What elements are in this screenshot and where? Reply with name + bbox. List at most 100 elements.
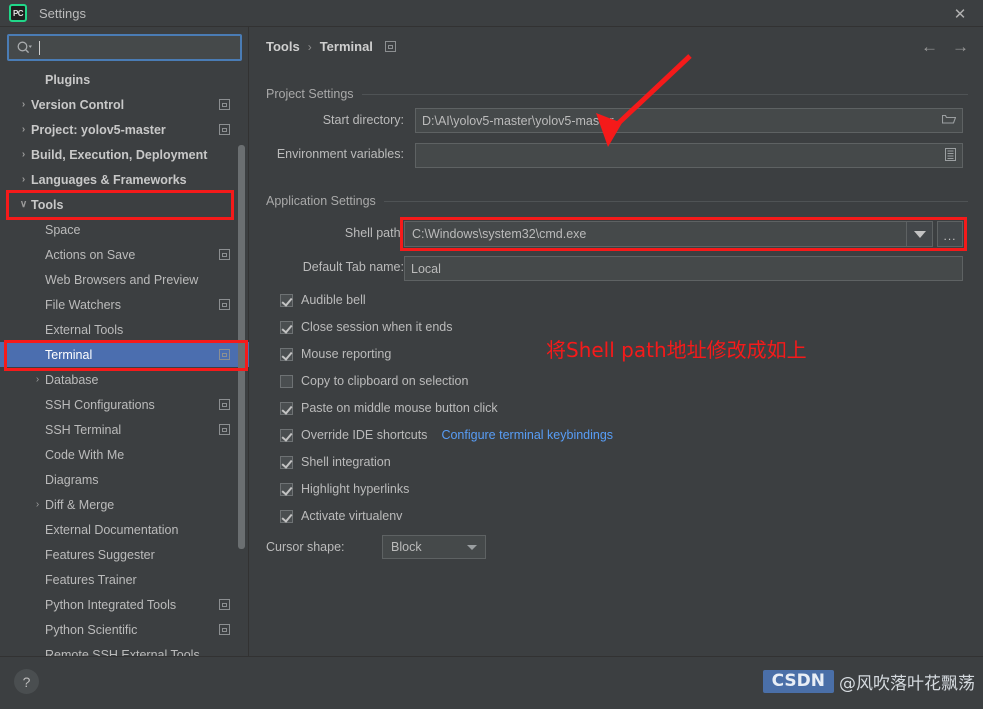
checkbox-checked-icon[interactable] [280, 320, 293, 334]
sidebar-item-external-documentation[interactable]: External Documentation [0, 517, 249, 542]
checkbox-row-paste-on-middle-mouse-button-click[interactable]: Paste on middle mouse button click [280, 399, 498, 417]
settings-content-panel: Tools › Terminal ← → Project Settings St… [250, 27, 983, 656]
chevron-right-icon[interactable]: › [17, 149, 30, 160]
help-button[interactable]: ? [14, 669, 39, 694]
configure-keybindings-link[interactable]: Configure terminal keybindings [441, 428, 613, 442]
default-tab-name-value: Local [411, 261, 441, 276]
shell-path-input[interactable]: C:\Windows\system32\cmd.exe [404, 221, 907, 247]
sidebar-item-diff-merge[interactable]: › Diff & Merge [0, 492, 249, 517]
module-icon [219, 349, 230, 360]
text-cursor [39, 40, 40, 55]
sidebar-item-features-trainer[interactable]: Features Trainer [0, 567, 249, 592]
checkbox-checked-icon[interactable] [280, 482, 293, 496]
sidebar-item-label: External Tools [45, 322, 124, 337]
sidebar-item-version-control[interactable]: › Version Control [0, 92, 249, 117]
chevron-down-icon[interactable]: ∨ [17, 199, 30, 210]
pycharm-icon: PC [9, 4, 27, 22]
annotation-arrow [596, 54, 692, 147]
module-icon [219, 299, 230, 310]
dialog-footer: ? CSDN @风吹落叶花飘荡 [0, 656, 983, 709]
folder-icon[interactable] [941, 113, 957, 128]
watermark-user: @风吹落叶花飘荡 [839, 674, 975, 694]
checkbox-row-copy-to-clipboard-on-selection[interactable]: Copy to clipboard on selection [280, 372, 468, 390]
chevron-right-icon[interactable]: › [17, 124, 30, 135]
cursor-shape-select[interactable]: Block [382, 535, 486, 559]
title-bar: PC Settings ✕ [0, 0, 983, 27]
section-divider [383, 200, 968, 202]
breadcrumb-leaf: Terminal [319, 39, 373, 54]
checkbox-label: Highlight hyperlinks [301, 482, 410, 496]
checkbox-label: Override IDE shortcuts [301, 428, 428, 442]
sidebar-item-database[interactable]: › Database [0, 367, 249, 392]
sidebar-item-actions-on-save[interactable]: Actions on Save [0, 242, 249, 267]
sidebar-scrollbar-thumb[interactable] [238, 145, 245, 549]
shell-path-control[interactable]: C:\Windows\system32\cmd.exe ... [404, 221, 963, 247]
sidebar-item-label: Actions on Save [45, 247, 136, 262]
sidebar-item-plugins[interactable]: Plugins [0, 67, 249, 92]
sidebar-item-terminal[interactable]: Terminal [0, 342, 249, 367]
chevron-down-icon[interactable] [907, 221, 933, 247]
watermark: CSDN @风吹落叶花飘荡 [762, 669, 975, 694]
checkbox-label: Activate virtualenv [301, 509, 403, 523]
checkbox-row-shell-integration[interactable]: Shell integration [280, 453, 391, 471]
checkbox-checked-icon[interactable] [280, 347, 293, 361]
sidebar-item-diagrams[interactable]: Diagrams [0, 467, 249, 492]
sidebar-item-project-yolov5-master[interactable]: › Project: yolov5-master [0, 117, 249, 142]
sidebar-item-web-browsers-and-preview[interactable]: Web Browsers and Preview [0, 267, 249, 292]
sidebar-item-label: Terminal [45, 347, 93, 362]
checkbox-row-mouse-reporting[interactable]: Mouse reporting [280, 345, 391, 363]
list-icon[interactable] [945, 147, 956, 164]
checkbox-checked-icon[interactable] [280, 455, 293, 469]
browse-button[interactable]: ... [937, 221, 963, 247]
sidebar-item-features-suggester[interactable]: Features Suggester [0, 542, 249, 567]
module-icon [219, 624, 230, 635]
close-icon[interactable]: ✕ [937, 0, 983, 27]
sidebar-item-code-with-me[interactable]: Code With Me [0, 442, 249, 467]
chevron-right-icon[interactable]: › [31, 499, 44, 510]
sidebar-item-label: Features Trainer [45, 572, 137, 587]
module-icon [219, 399, 230, 410]
checkbox-row-highlight-hyperlinks[interactable]: Highlight hyperlinks [280, 480, 409, 498]
settings-tree[interactable]: Plugins › Version Control › Project: yolov5-… [0, 67, 249, 656]
default-tab-name-input[interactable]: Local [404, 256, 963, 281]
checkbox-row-close-session-when-it-ends[interactable]: Close session when it ends [280, 318, 452, 336]
sidebar-item-build-execution-deployment[interactable]: › Build, Execution, Deployment [0, 142, 249, 167]
sidebar-item-python-scientific[interactable]: Python Scientific [0, 617, 249, 642]
navigation-buttons: ← → [921, 37, 969, 57]
checkbox-unchecked-icon[interactable] [280, 374, 293, 388]
sidebar-item-label: Version Control [31, 97, 125, 112]
chevron-right-icon[interactable]: › [17, 174, 30, 185]
checkbox-label: Paste on middle mouse button click [301, 401, 498, 415]
search-input[interactable] [42, 40, 240, 55]
sidebar-item-external-tools[interactable]: External Tools [0, 317, 249, 342]
sidebar-item-ssh-configurations[interactable]: SSH Configurations [0, 392, 249, 417]
checkbox-row-activate-virtualenv[interactable]: Activate virtualenv [280, 507, 402, 525]
sidebar-item-label: File Watchers [45, 297, 121, 312]
section-title: Project Settings [266, 87, 354, 101]
sidebar-item-space[interactable]: Space [0, 217, 249, 242]
checkbox-row-audible-bell[interactable]: Audible bell [280, 291, 366, 309]
breadcrumb-root[interactable]: Tools [266, 39, 300, 54]
sidebar-item-tools[interactable]: ∨ Tools [0, 192, 249, 217]
sidebar-item-label: External Documentation [45, 522, 179, 537]
checkbox-row-override-ide-shortcuts[interactable]: Override IDE shortcuts Configure terminal… [280, 426, 613, 444]
search-icon[interactable] [16, 40, 32, 56]
sidebar-item-python-integrated-tools[interactable]: Python Integrated Tools [0, 592, 249, 617]
checkbox-checked-icon[interactable] [280, 428, 293, 442]
section-title: Application Settings [266, 194, 376, 208]
nav-forward-icon[interactable]: → [952, 37, 969, 57]
search-field-wrapper[interactable] [7, 34, 242, 61]
checkbox-checked-icon[interactable] [280, 401, 293, 415]
nav-back-icon[interactable]: ← [921, 37, 938, 57]
start-directory-label: Start directory: [322, 113, 404, 127]
sidebar-item-file-watchers[interactable]: File Watchers [0, 292, 249, 317]
chevron-right-icon[interactable]: › [17, 99, 30, 110]
sidebar-item-ssh-terminal[interactable]: SSH Terminal [0, 417, 249, 442]
checkbox-checked-icon[interactable] [280, 293, 293, 307]
module-icon [219, 599, 230, 610]
sidebar-item-label: Code With Me [45, 447, 125, 462]
chevron-right-icon[interactable]: › [31, 374, 44, 385]
sidebar-item-languages-frameworks[interactable]: › Languages & Frameworks [0, 167, 249, 192]
sidebar-item-remote-ssh-external-tools[interactable]: Remote SSH External Tools [0, 642, 249, 657]
checkbox-checked-icon[interactable] [280, 509, 293, 523]
